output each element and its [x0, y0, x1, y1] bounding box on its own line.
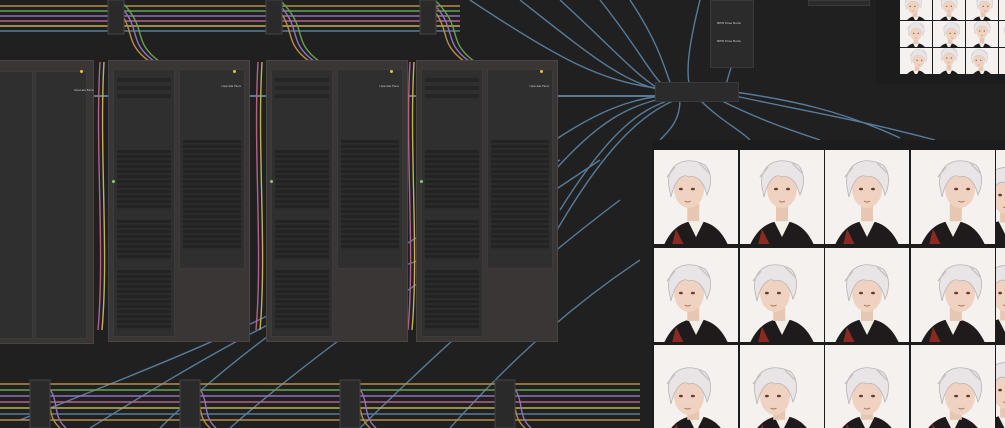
slot-dot[interactable]	[233, 70, 236, 73]
face-image-thumbnail[interactable]	[654, 345, 738, 428]
preview-thumbnail[interactable]	[999, 0, 1005, 20]
preview-thumbnail[interactable]	[999, 48, 1005, 74]
face-image-thumbnail[interactable]	[739, 247, 824, 342]
node-panel[interactable]: Upscale Face	[487, 69, 553, 269]
node-group[interactable]: Upscale Face	[416, 60, 558, 342]
face-image-thumbnail[interactable]	[825, 150, 909, 244]
preview-thumbnail[interactable]	[900, 0, 932, 20]
face-image-thumbnail[interactable]	[654, 247, 738, 342]
face-image-thumbnail[interactable]	[739, 345, 824, 428]
reroute-node[interactable]	[655, 82, 739, 102]
node-panel[interactable]	[0, 71, 33, 339]
face-image-thumbnail[interactable]	[910, 150, 995, 244]
node-title: Upscale Face	[74, 88, 94, 92]
face-image-thumbnail[interactable]	[654, 150, 738, 244]
preview-thumbnail[interactable]	[900, 48, 932, 74]
slot-dot[interactable]	[112, 180, 115, 183]
preview-thumbnail[interactable]	[966, 0, 998, 20]
node-title: Upscale Face	[379, 84, 399, 88]
node-panel[interactable]	[35, 71, 87, 339]
slot-dot[interactable]	[80, 70, 83, 73]
preview-thumbnail[interactable]	[933, 0, 965, 20]
slot-dot[interactable]	[390, 70, 393, 73]
face-image-thumbnail[interactable]	[996, 345, 1005, 428]
preview-thumbnail[interactable]	[999, 21, 1005, 47]
node-panel[interactable]	[271, 69, 333, 337]
node-panel[interactable]: Upscale Face	[179, 69, 245, 269]
node-panel[interactable]	[113, 69, 175, 337]
node-title: Upscale Face	[529, 84, 549, 88]
preview-thumbnail[interactable]	[900, 21, 932, 47]
preview-thumbnail[interactable]	[933, 48, 965, 74]
slot-dot[interactable]	[270, 180, 273, 183]
preview-thumbnail[interactable]	[966, 48, 998, 74]
image-output-node[interactable]	[652, 140, 1005, 428]
node-group[interactable]: Upscale Face	[108, 60, 250, 342]
node-graph-canvas[interactable]: Upscale Face Upscale Face Upscale Face U…	[0, 0, 1005, 428]
face-image-thumbnail[interactable]	[739, 150, 824, 244]
node-panel[interactable]: Upscale Face	[337, 69, 403, 269]
node-panel[interactable]	[421, 69, 483, 337]
slot-dot[interactable]	[540, 70, 543, 73]
preview-image-node[interactable]	[876, 0, 1005, 84]
node-group[interactable]: Upscale Face	[266, 60, 408, 342]
slot-dot[interactable]	[420, 180, 423, 183]
preview-thumbnail[interactable]	[966, 21, 998, 47]
face-image-thumbnail[interactable]	[910, 345, 995, 428]
preview-thumbnail[interactable]	[933, 21, 965, 47]
face-image-thumbnail[interactable]	[996, 150, 1005, 244]
collector-node[interactable]: NEW Pose Node NEW Pose Node	[710, 0, 754, 68]
face-image-thumbnail[interactable]	[825, 345, 909, 428]
small-node[interactable]	[808, 0, 870, 6]
face-image-thumbnail[interactable]	[910, 247, 995, 342]
face-image-thumbnail[interactable]	[996, 247, 1005, 342]
face-image-thumbnail[interactable]	[825, 247, 909, 342]
node-group[interactable]	[0, 60, 94, 344]
collector-row-label: NEW Pose Node	[717, 39, 741, 43]
node-title: Upscale Face	[221, 84, 241, 88]
collector-row-label: NEW Pose Node	[717, 21, 741, 25]
